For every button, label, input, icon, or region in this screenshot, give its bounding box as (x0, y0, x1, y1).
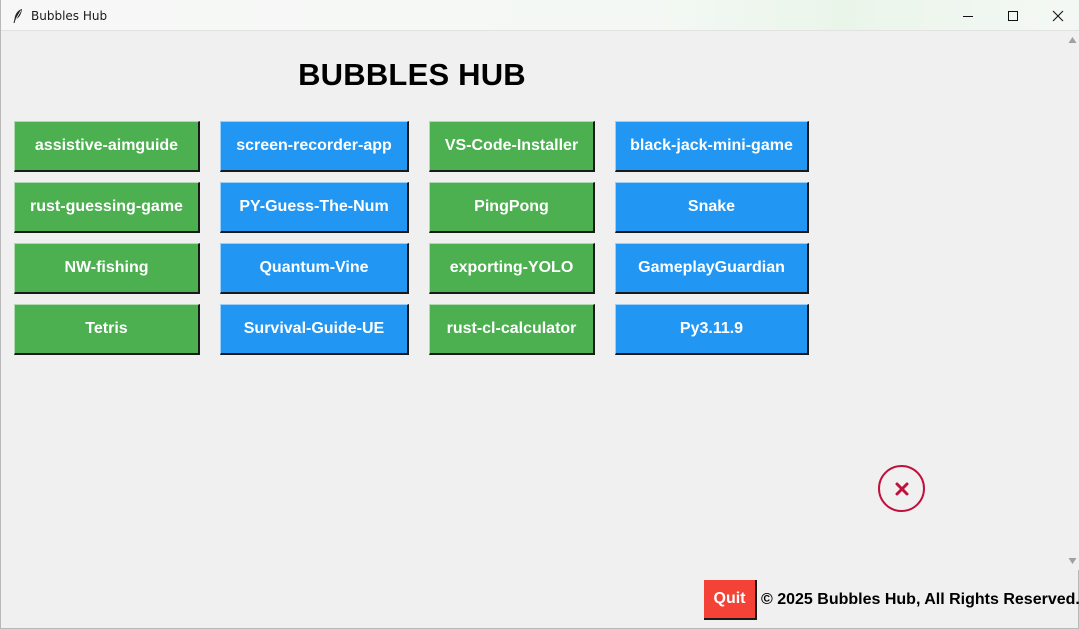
app-button-quantum-vine[interactable]: Quantum-Vine (220, 243, 409, 294)
app-window: Bubbles Hub BUBBLES HUB assistive-aimgui… (0, 0, 1079, 629)
maximize-icon (1008, 10, 1018, 21)
app-button-exporting-yolo[interactable]: exporting-YOLO (429, 243, 595, 294)
app-button-snake[interactable]: Snake (615, 182, 809, 233)
app-button-rust-guessing-game[interactable]: rust-guessing-game (14, 182, 200, 233)
app-button-tetris[interactable]: Tetris (14, 304, 200, 355)
app-button-py3-11-9[interactable]: Py3.11.9 (615, 304, 809, 355)
app-button-vs-code-installer[interactable]: VS-Code-Installer (429, 121, 595, 172)
scroll-up-arrow-icon[interactable] (1068, 36, 1077, 44)
close-icon (1052, 10, 1064, 21)
app-button-screen-recorder-app[interactable]: screen-recorder-app (220, 121, 409, 172)
vertical-scrollbar[interactable] (1065, 31, 1079, 570)
minimize-button[interactable] (945, 0, 991, 31)
app-button-pingpong[interactable]: PingPong (429, 182, 595, 233)
maximize-button[interactable] (990, 0, 1036, 31)
app-button-nw-fishing[interactable]: NW-fishing (14, 243, 200, 294)
app-button-rust-cl-calculator[interactable]: rust-cl-calculator (429, 304, 595, 355)
quit-button[interactable]: Quit (704, 580, 757, 620)
close-hub-button[interactable] (878, 465, 925, 512)
window-title: Bubbles Hub (31, 9, 108, 23)
app-button-black-jack-mini-game[interactable]: black-jack-mini-game (615, 121, 809, 172)
app-button-py-guess-the-num[interactable]: PY-Guess-The-Num (220, 182, 409, 233)
scroll-down-arrow-icon[interactable] (1068, 557, 1077, 565)
window-close-button[interactable] (1035, 0, 1079, 31)
title-bar[interactable]: Bubbles Hub (1, 0, 1079, 31)
copyright-text: © 2025 Bubbles Hub, All Rights Reserved. (761, 591, 1079, 608)
app-button-survival-guide-ue[interactable]: Survival-Guide-UE (220, 304, 409, 355)
app-button-gameplayguardian[interactable]: GameplayGuardian (615, 243, 809, 294)
minimize-icon (963, 15, 973, 17)
main-content: BUBBLES HUB assistive-aimguide screen-re… (1, 31, 1065, 570)
page-title: BUBBLES HUB (298, 57, 526, 92)
feather-icon (13, 9, 22, 23)
close-x-icon (895, 482, 908, 495)
app-button-assistive-aimguide[interactable]: assistive-aimguide (14, 121, 200, 172)
